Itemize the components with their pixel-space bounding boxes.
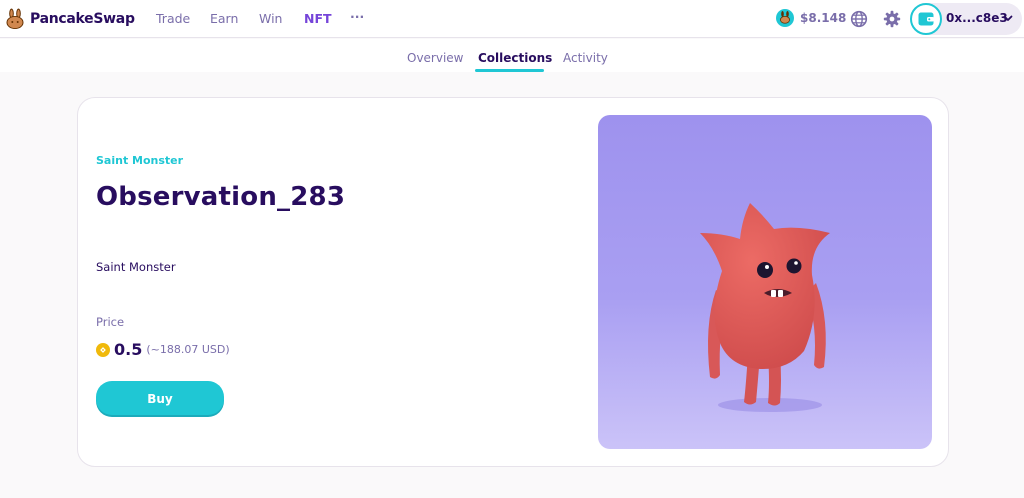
nft-detail-card: Saint Monster Observation_283 Saint Mons… <box>77 97 949 467</box>
nav-more-menu[interactable]: ··· <box>350 9 364 24</box>
tab-activity[interactable]: Activity <box>563 51 608 65</box>
nav-earn[interactable]: Earn <box>210 11 238 26</box>
nft-title: Observation_283 <box>96 182 346 212</box>
nft-image <box>598 115 932 449</box>
language-button[interactable] <box>849 9 869 29</box>
price-usd: (~188.07 USD) <box>146 343 230 356</box>
tab-overview[interactable]: Overview <box>407 51 464 65</box>
nav-win[interactable]: Win <box>259 11 282 26</box>
nft-description: Saint Monster <box>96 260 176 274</box>
cake-price-value: $8.148 <box>800 11 847 25</box>
cake-token-icon <box>776 9 794 27</box>
gear-icon <box>883 10 901 28</box>
nav-nft[interactable]: NFT <box>304 11 332 26</box>
wallet-address: 0x...c8e3 <box>946 11 1008 25</box>
buy-button[interactable]: Buy <box>96 381 224 417</box>
nav-trade[interactable]: Trade <box>156 11 190 26</box>
wallet-icon <box>918 12 934 26</box>
wallet-avatar <box>910 3 942 35</box>
price-label: Price <box>96 315 125 329</box>
tab-collections[interactable]: Collections <box>478 51 552 65</box>
bnb-coin-icon <box>96 342 110 357</box>
bunny-logo-icon <box>6 8 24 29</box>
settings-button[interactable] <box>882 9 902 29</box>
pancakeswap-logo[interactable]: PancakeSwap <box>4 8 135 30</box>
nft-subnav: Overview Collections Activity <box>0 39 1024 72</box>
chevron-down-icon <box>1003 15 1013 21</box>
cake-price[interactable]: $8.148 <box>776 9 846 27</box>
active-tab-indicator <box>475 69 544 72</box>
brand-name: PancakeSwap <box>30 11 135 27</box>
collection-link[interactable]: Saint Monster <box>96 154 183 167</box>
price-row: 0.5 (~188.07 USD) <box>96 340 230 359</box>
top-navbar: PancakeSwap Trade Earn Win NFT ··· $8.14… <box>0 0 1024 38</box>
wallet-menu-button[interactable]: 0x...c8e3 <box>910 3 1022 35</box>
globe-icon <box>850 10 868 28</box>
price-value: 0.5 <box>114 340 143 359</box>
saint-monster-illustration <box>598 115 932 449</box>
